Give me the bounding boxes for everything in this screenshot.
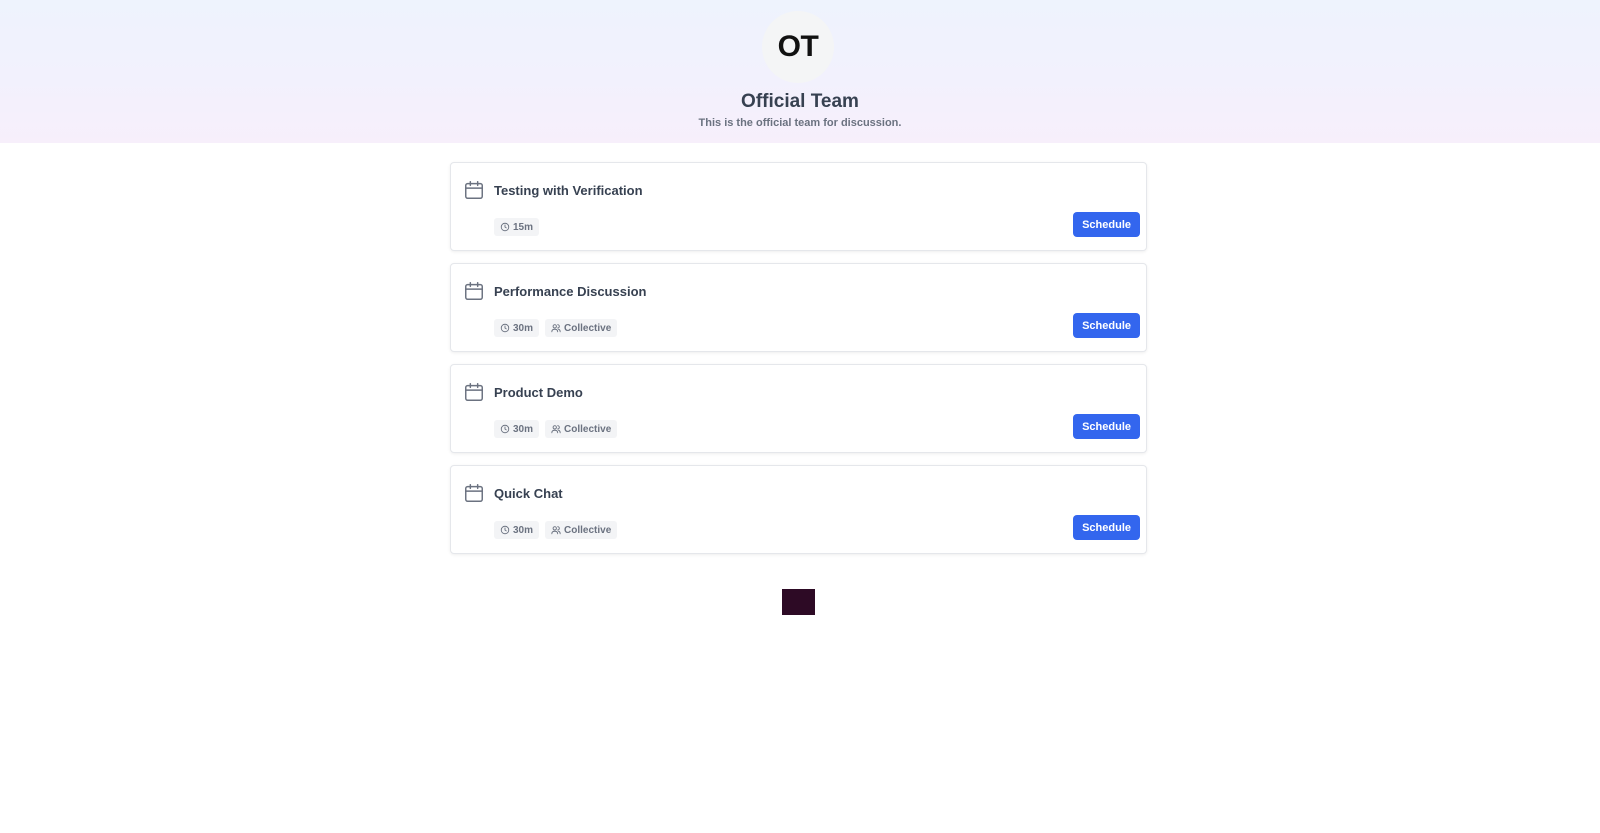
duration-badge: 30m: [494, 521, 540, 539]
scheduling-type-label: Collective: [564, 524, 612, 536]
event-title: Quick Chat: [494, 486, 563, 501]
event-badges: 30m Collective: [494, 521, 618, 539]
event-badges: 30m Collective: [494, 319, 618, 337]
team-name: Official Team: [741, 91, 859, 112]
event-card[interactable]: Testing with Verification 15m Schedule: [450, 162, 1147, 251]
duration-badge: 30m: [494, 319, 540, 337]
event-card[interactable]: Product Demo 30m Collective Schedule: [450, 364, 1147, 453]
calendar-icon: [465, 181, 483, 199]
users-icon: [551, 324, 561, 333]
scheduling-type-badge: Collective: [545, 521, 618, 539]
calendar-icon: [465, 484, 483, 502]
event-card[interactable]: Quick Chat 30m Collective Schedule: [450, 465, 1147, 554]
clock-icon: [500, 424, 510, 434]
team-description: This is the official team for discussion…: [698, 117, 902, 129]
duration-label: 30m: [513, 322, 534, 334]
clock-icon: [500, 525, 510, 535]
scheduling-type-label: Collective: [564, 423, 612, 435]
event-card[interactable]: Performance Discussion 30m Collective Sc…: [450, 263, 1147, 352]
event-badges: 15m: [494, 218, 540, 236]
team-avatar: OT: [762, 11, 834, 83]
scheduling-type-label: Collective: [564, 322, 612, 334]
calendar-icon: [465, 383, 483, 401]
duration-badge: 30m: [494, 420, 540, 438]
schedule-button[interactable]: Schedule: [1073, 515, 1140, 540]
schedule-button[interactable]: Schedule: [1073, 414, 1140, 439]
duration-label: 30m: [513, 423, 534, 435]
users-icon: [551, 526, 561, 535]
calendar-icon: [465, 282, 483, 300]
event-title: Testing with Verification: [494, 183, 643, 198]
event-badges: 30m Collective: [494, 420, 618, 438]
clock-icon: [500, 323, 510, 333]
users-icon: [551, 425, 561, 434]
schedule-button[interactable]: Schedule: [1073, 212, 1140, 237]
event-title: Product Demo: [494, 385, 583, 400]
clock-icon: [500, 222, 510, 232]
scheduling-type-badge: Collective: [545, 319, 618, 337]
scheduling-type-badge: Collective: [545, 420, 618, 438]
team-initials: OT: [777, 30, 819, 63]
team-header: OT Official Team This is the official te…: [0, 0, 1600, 143]
duration-badge: 15m: [494, 218, 540, 236]
duration-label: 15m: [513, 221, 534, 233]
event-type-list: Testing with Verification 15m Schedule P…: [450, 162, 1147, 566]
event-title: Performance Discussion: [494, 284, 647, 299]
duration-label: 30m: [513, 524, 534, 536]
footer-block: [782, 589, 815, 615]
schedule-button[interactable]: Schedule: [1073, 313, 1140, 338]
